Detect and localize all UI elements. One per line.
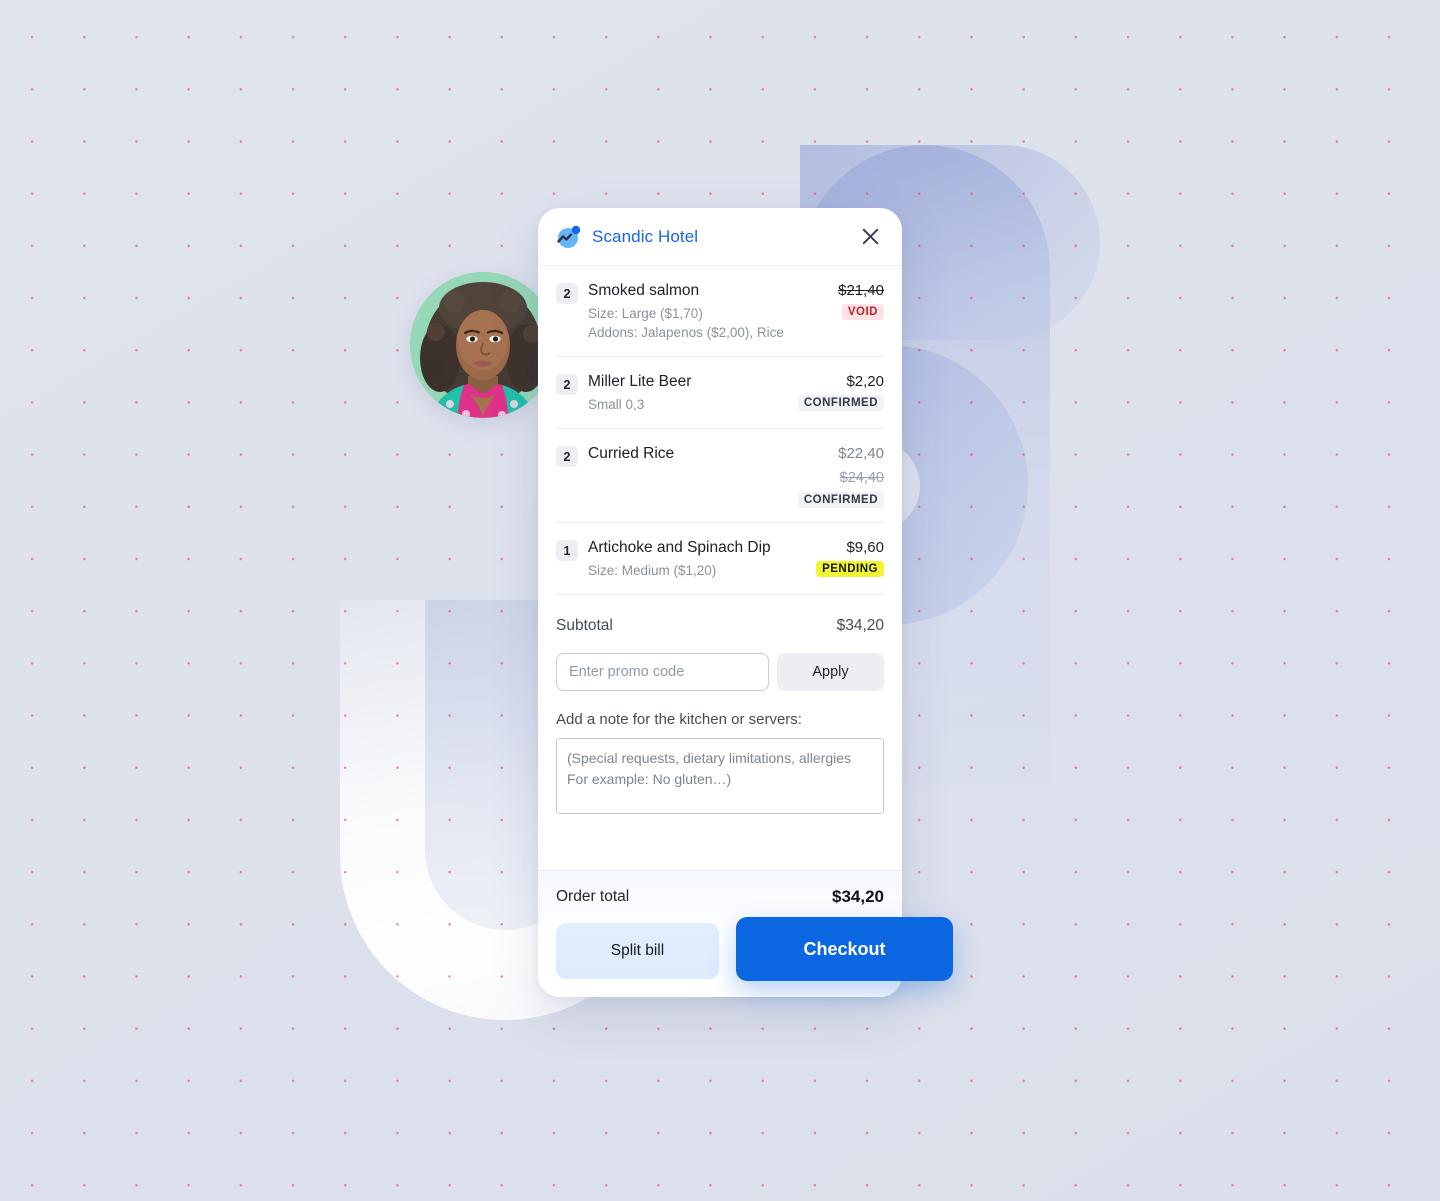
item-original-price: $24,40 — [839, 470, 884, 486]
promo-code-row: Apply — [556, 653, 884, 691]
item-price: $9,60 — [846, 539, 884, 556]
note-label: Add a note for the kitchen or servers: — [556, 711, 802, 728]
status-badge: CONFIRMED — [797, 492, 884, 508]
brand-name: Scandic Hotel — [592, 226, 699, 246]
subtotal-label: Subtotal — [556, 617, 613, 634]
split-bill-button[interactable]: Split bill — [556, 923, 719, 979]
order-item-row[interactable]: 2 Smoked salmon $21,40 Size: Large ($1,7… — [556, 266, 884, 357]
order-item-row[interactable]: 2 Miller Lite Beer $2,20 Small 0,3 CONFI… — [556, 357, 884, 429]
order-item-row[interactable]: 2 Curried Rice $22,40 $24,40 CONFIRMED — [556, 429, 884, 523]
order-card: Scandic Hotel 2 Smoked salmon $21,40 Siz… — [538, 208, 953, 997]
item-name: Artichoke and Spinach Dip — [588, 539, 771, 556]
item-details: Artichoke and Spinach Dip $9,60 Size: Me… — [588, 538, 884, 580]
subtotal-value: $34,20 — [836, 617, 884, 634]
card-footer: Order total $34,20 Split bill Checkout — [538, 870, 953, 997]
card-header: Scandic Hotel — [538, 208, 902, 266]
promo-code-input[interactable] — [556, 653, 769, 691]
item-details: Curried Rice $22,40 $24,40 CONFIRMED — [588, 444, 884, 508]
item-option-addons: Addons: Jalapenos ($2,00), Rice — [588, 325, 784, 340]
item-name: Smoked salmon — [588, 282, 700, 299]
subtotal-row: Subtotal $34,20 — [556, 595, 884, 653]
footer-actions: Split bill Checkout — [556, 917, 953, 981]
item-price: $2,20 — [846, 373, 884, 390]
item-details: Miller Lite Beer $2,20 Small 0,3 CONFIRM… — [588, 372, 884, 414]
apply-promo-button[interactable]: Apply — [777, 653, 884, 691]
item-quantity-badge: 1 — [556, 540, 578, 561]
close-icon[interactable] — [857, 224, 883, 250]
item-price: $22,40 — [838, 445, 884, 462]
item-option-size: Small 0,3 — [588, 397, 645, 412]
item-price: $21,40 — [838, 282, 884, 299]
item-quantity-badge: 2 — [556, 374, 578, 395]
item-price-stack: $22,40 $24,40 CONFIRMED — [797, 444, 884, 508]
item-name: Curried Rice — [588, 445, 675, 462]
item-details: Smoked salmon $21,40 Size: Large ($1,70)… — [588, 281, 884, 342]
order-item-row[interactable]: 1 Artichoke and Spinach Dip $9,60 Size: … — [556, 523, 884, 595]
kitchen-note-textarea[interactable] — [556, 738, 884, 814]
order-total-value: $34,20 — [832, 887, 884, 906]
item-quantity-badge: 2 — [556, 446, 578, 467]
item-name: Miller Lite Beer — [588, 373, 692, 390]
avatar — [410, 272, 556, 418]
status-badge: CONFIRMED — [797, 395, 884, 411]
checkout-button[interactable]: Checkout — [736, 917, 953, 981]
avatar-photo-woman-icon — [410, 272, 556, 418]
item-option-size: Size: Large ($1,70) — [588, 306, 703, 321]
order-total-row: Order total $34,20 — [556, 887, 884, 907]
wave-circle-logo-icon — [556, 224, 582, 250]
item-option-size: Size: Medium ($1,20) — [588, 563, 717, 578]
status-badge: VOID — [841, 304, 884, 320]
status-badge: PENDING — [816, 561, 884, 577]
order-total-label: Order total — [556, 888, 630, 905]
card-body: 2 Smoked salmon $21,40 Size: Large ($1,7… — [538, 266, 902, 870]
item-quantity-badge: 2 — [556, 283, 578, 304]
